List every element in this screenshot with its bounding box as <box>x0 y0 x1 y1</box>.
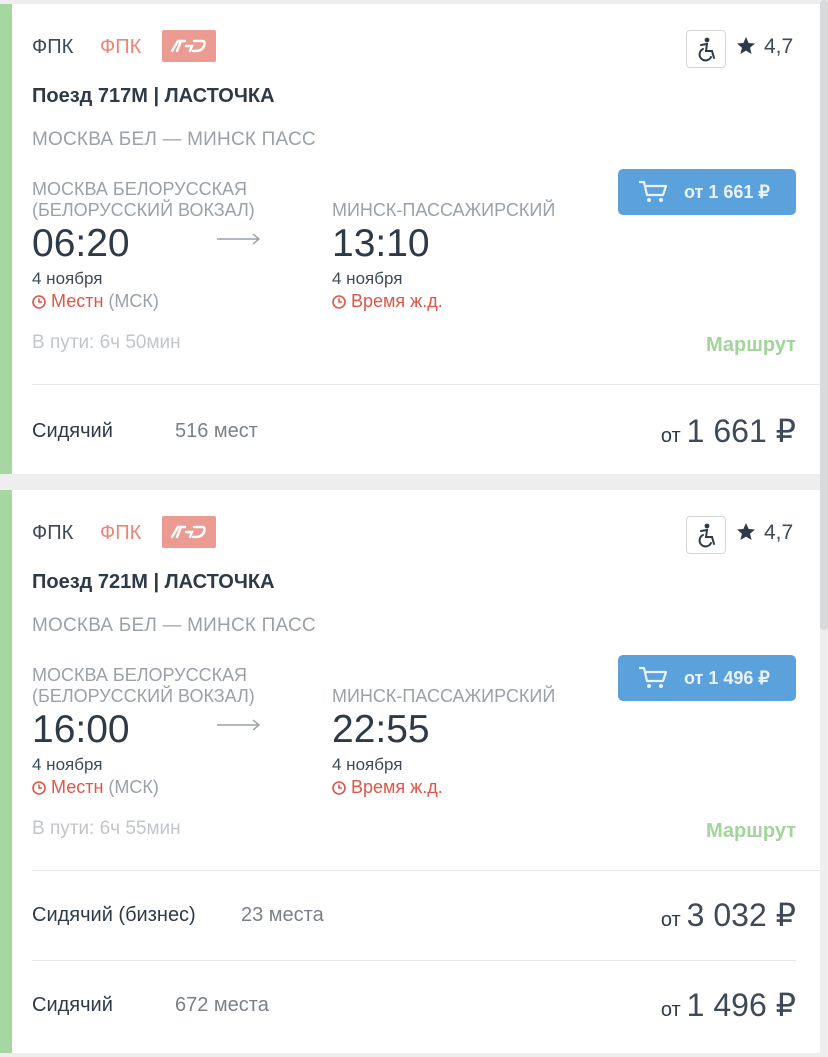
seat-type: Сидячий <box>32 994 113 1016</box>
arrival-timezone: Время ж.д. <box>332 291 443 312</box>
route-summary: МОСКВА БЕЛ — МИНСК ПАСС <box>32 129 316 150</box>
route-summary: МОСКВА БЕЛ — МИНСК ПАСС <box>32 615 316 636</box>
seat-price: от 1 661 ₽ <box>661 412 796 450</box>
timezone-label: Местн <box>51 291 104 311</box>
departure-timezone: Местн (МСК) <box>32 777 159 798</box>
departure-date: 4 ноября <box>32 269 103 288</box>
departure-time: 16:00 <box>32 708 130 751</box>
scrollbar[interactable] <box>820 0 828 630</box>
seat-count: 23 места <box>241 904 324 926</box>
arrival-station: МИНСК-ПАССАЖИРСКИЙ <box>332 200 556 220</box>
arrival-station: МИНСК-ПАССАЖИРСКИЙ <box>332 686 556 706</box>
wheelchair-icon[interactable] <box>686 516 726 554</box>
seat-class-row[interactable]: Сидячий 672 места от 1 496 ₽ <box>32 987 796 1024</box>
seat-price: от 3 032 ₽ <box>661 896 796 934</box>
timezone-label: Время ж.д. <box>351 777 443 797</box>
trip-duration: В пути: 6ч 55мин <box>32 818 181 839</box>
buy-button-label: от 1 661 ₽ <box>684 182 770 202</box>
carrier-brand: ФПК <box>100 36 142 58</box>
route-link[interactable]: Маршрут <box>706 820 796 843</box>
rzd-logo <box>162 516 216 548</box>
arrival-date: 4 ноября <box>332 755 403 774</box>
rzd-logo <box>162 30 216 62</box>
timezone-label: Время ж.д. <box>351 291 443 311</box>
cart-icon <box>639 180 668 202</box>
departure-time: 06:20 <box>32 222 130 265</box>
divider <box>32 384 820 385</box>
carrier-brand: ФПК <box>100 522 142 544</box>
carrier-name: ФПК <box>32 522 74 544</box>
arrival-time: 22:55 <box>332 708 430 751</box>
departure-timezone: Местн (МСК) <box>32 291 159 312</box>
timezone-sub: (МСК) <box>108 291 159 311</box>
seat-price: от 1 496 ₽ <box>661 986 796 1024</box>
departure-station: МОСКВА БЕЛОРУССКАЯ (БЕЛОРУССКИЙ ВОКЗАЛ) <box>32 665 255 706</box>
trip-duration: В пути: 6ч 50мин <box>32 332 181 353</box>
train-title: Поезд 717М | ЛАСТОЧКА <box>32 85 275 107</box>
buy-button-label: от 1 496 ₽ <box>684 668 770 688</box>
price-value: 3 032 ₽ <box>686 897 796 933</box>
star-icon <box>737 37 755 54</box>
seat-count: 672 места <box>175 994 269 1016</box>
rating-value: 4,7 <box>764 35 794 58</box>
train-card[interactable]: ФПК ФПК 4,7 Поезд 717М | ЛАСТОЧКА МОСКВА… <box>0 4 820 474</box>
train-card[interactable]: ФПК ФПК 4,7 Поезд 721М | ЛАСТОЧКА МОСКВА… <box>0 490 820 1053</box>
price-prefix: от <box>660 999 681 1021</box>
seat-type: Сидячий <box>32 420 113 442</box>
arrow-right-icon <box>217 719 261 731</box>
arrival-time: 13:10 <box>332 222 430 265</box>
seat-class-row[interactable]: Сидячий (бизнес) 23 места от 3 032 ₽ <box>32 897 796 934</box>
price-prefix: от <box>660 425 681 447</box>
train-title: Поезд 721М | ЛАСТОЧКА <box>32 571 275 593</box>
price-value: 1 661 ₽ <box>686 413 796 449</box>
rating-value: 4,7 <box>764 521 794 544</box>
wheelchair-icon[interactable] <box>686 30 726 68</box>
arrival-timezone: Время ж.д. <box>332 777 443 798</box>
arrow-right-icon <box>217 233 261 245</box>
clock-icon <box>32 780 46 795</box>
seat-type: Сидячий (бизнес) <box>32 904 196 926</box>
timezone-sub: (МСК) <box>108 777 159 797</box>
cart-icon <box>639 666 668 688</box>
arrival-date: 4 ноября <box>332 269 403 288</box>
star-icon <box>737 523 755 540</box>
buy-button[interactable]: от 1 496 ₽ <box>618 655 796 701</box>
divider <box>32 960 796 961</box>
buy-button[interactable]: от 1 661 ₽ <box>618 169 796 215</box>
clock-icon <box>332 294 346 309</box>
carrier-name: ФПК <box>32 36 74 58</box>
clock-icon <box>332 780 346 795</box>
price-value: 1 496 ₽ <box>686 987 796 1023</box>
seat-count: 516 мест <box>175 420 258 442</box>
departure-station: МОСКВА БЕЛОРУССКАЯ (БЕЛОРУССКИЙ ВОКЗАЛ) <box>32 179 255 220</box>
divider <box>32 870 820 871</box>
departure-date: 4 ноября <box>32 755 103 774</box>
route-link[interactable]: Маршрут <box>706 334 796 357</box>
price-prefix: от <box>660 909 681 931</box>
clock-icon <box>32 294 46 309</box>
seat-class-row[interactable]: Сидячий 516 мест от 1 661 ₽ <box>32 413 796 450</box>
timezone-label: Местн <box>51 777 104 797</box>
